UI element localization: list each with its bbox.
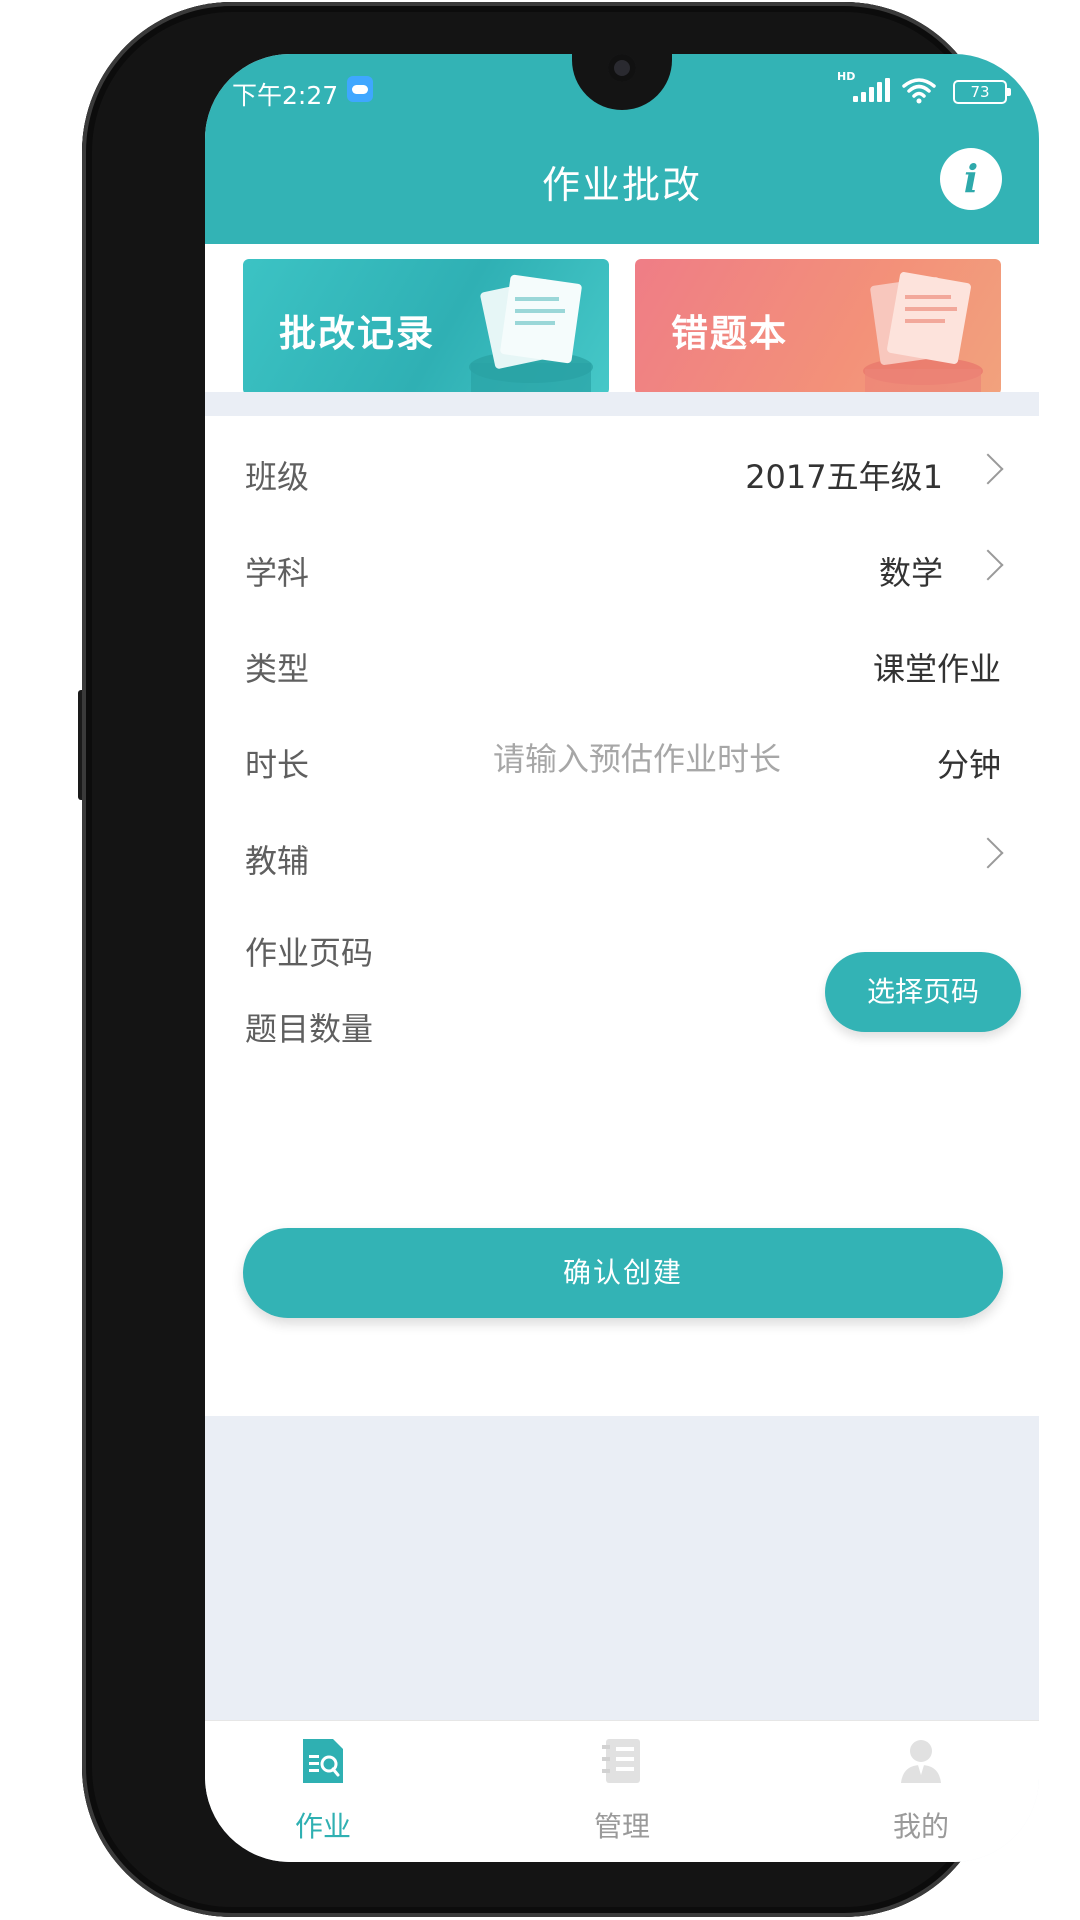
- chevron-right-icon: [972, 549, 1004, 581]
- class-label: 班级: [245, 458, 310, 496]
- chevron-right-icon: [972, 453, 1004, 485]
- subject-row[interactable]: 学科 数学: [205, 520, 1039, 616]
- select-pages-button[interactable]: 选择页码: [825, 952, 1021, 1032]
- correction-records-card[interactable]: 批改记录: [243, 259, 609, 395]
- material-row[interactable]: 教辅: [205, 808, 1039, 904]
- correction-records-label: 批改记录: [279, 312, 435, 355]
- class-row[interactable]: 班级 2017五年级1: [205, 424, 1039, 520]
- mistake-book-label: 错题本: [671, 312, 788, 355]
- cloud-icon: [347, 76, 373, 102]
- section-divider: [205, 392, 1039, 416]
- homework-icon: [303, 1739, 343, 1783]
- manage-icon: [602, 1739, 640, 1783]
- duration-unit: 分钟: [936, 746, 1001, 784]
- subject-label: 学科: [245, 554, 310, 592]
- tab-manage[interactable]: 管理: [522, 1721, 722, 1862]
- battery-icon: 73: [953, 80, 1011, 104]
- tab-profile[interactable]: 我的: [821, 1721, 1021, 1862]
- confirm-create-button[interactable]: 确认创建: [243, 1228, 1003, 1318]
- mistake-book-card[interactable]: 错题本: [635, 259, 1001, 395]
- app-screen: 下午2:27 HD 73 作业批改 i 批改记录 错题本 班级 2017五年级1…: [205, 54, 1039, 1862]
- banner-strip: 批改记录 错题本: [205, 244, 1039, 395]
- tab-homework-label: 作业: [294, 1810, 351, 1843]
- signal-icon: [853, 78, 891, 102]
- device-stage: 下午2:27 HD 73 作业批改 i 批改记录 错题本 班级 2017五年级1…: [0, 0, 1080, 1920]
- info-button[interactable]: i: [940, 148, 1002, 210]
- pages-label: 作业页码: [245, 934, 374, 972]
- documents-illustration-icon: [469, 274, 593, 395]
- profile-icon: [901, 1740, 941, 1783]
- class-value: 2017五年级1: [745, 458, 943, 496]
- tab-profile-label: 我的: [892, 1810, 949, 1843]
- hd-badge: HD: [837, 70, 856, 83]
- question-count-label: 题目数量: [245, 1010, 374, 1048]
- camera-icon: [608, 54, 636, 82]
- duration-input[interactable]: [485, 734, 789, 784]
- tab-manage-label: 管理: [593, 1810, 650, 1843]
- material-label: 教辅: [245, 842, 310, 880]
- status-time: 下午2:27: [232, 81, 339, 110]
- chevron-right-icon: [972, 837, 1004, 869]
- subject-value: 数学: [878, 554, 943, 592]
- homework-form: 班级 2017五年级1 学科 数学 类型 课堂作业 时长 分钟: [205, 416, 1039, 1416]
- page-title: 作业批改: [541, 163, 702, 207]
- type-label: 类型: [245, 650, 310, 688]
- duration-label: 时长: [245, 746, 310, 784]
- type-row: 类型 课堂作业: [205, 616, 1039, 712]
- papers-illustration-icon: [863, 272, 983, 395]
- duration-row: 时长 分钟: [205, 712, 1039, 808]
- tab-homework[interactable]: 作业: [223, 1721, 423, 1862]
- type-value: 课堂作业: [872, 650, 1001, 688]
- wifi-icon: [902, 78, 936, 104]
- bottom-tab-bar: 作业 管理 我的: [205, 1720, 1039, 1862]
- phone-frame: 下午2:27 HD 73 作业批改 i 批改记录 错题本 班级 2017五年级1…: [82, 2, 1039, 1917]
